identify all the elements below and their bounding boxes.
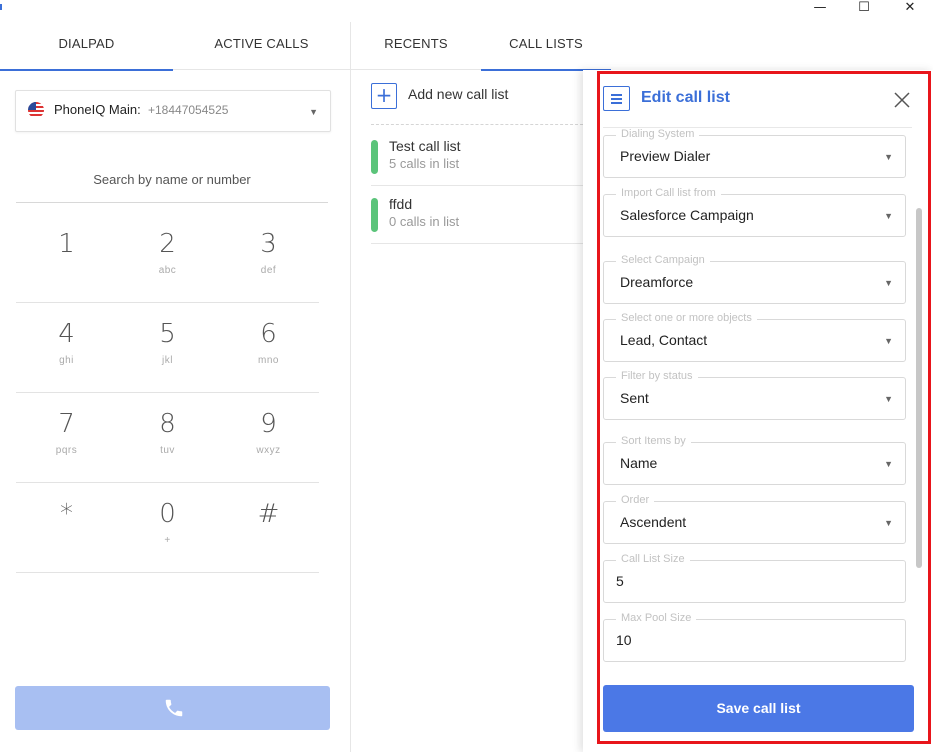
- dialpad-tabbar: DIALPAD ACTIVE CALLS: [0, 22, 350, 71]
- key-8[interactable]: 8 tuv: [117, 393, 218, 481]
- call-list-name: ffdd: [389, 196, 413, 212]
- tab-recents[interactable]: RECENTS: [351, 22, 481, 70]
- key-5[interactable]: 5 jkl: [117, 303, 218, 391]
- line-number: +18447054525: [148, 103, 229, 117]
- keypad-row: 4 ghi 5 jkl 6 mno: [16, 303, 319, 393]
- maximize-icon[interactable]: ☐: [850, 0, 878, 16]
- search-underline: [16, 202, 328, 203]
- add-call-list-button[interactable]: + Add new call list: [371, 82, 583, 125]
- tab-call-lists[interactable]: CALL LISTS: [481, 22, 611, 71]
- call-list-item[interactable]: ffdd 0 calls in list: [371, 186, 583, 244]
- status-indicator: [371, 198, 378, 232]
- key-digit: 4: [58, 319, 75, 349]
- key-letters: pqrs: [55, 445, 78, 456]
- key-2[interactable]: 2 abc: [117, 213, 218, 301]
- us-flag-icon: [28, 102, 44, 118]
- status-indicator: [371, 140, 378, 174]
- key-digit: #: [257, 499, 280, 529]
- keypad: 1 2 abc 3 def 4 ghi 5 jkl 6 mno 7 pqrs 8 tuv 9 w…: [16, 213, 319, 573]
- key-digit: 2: [159, 229, 176, 259]
- key-letters: +: [164, 535, 171, 546]
- key-digit: 0: [159, 499, 176, 529]
- keypad-row: 1 2 abc 3 def: [16, 213, 319, 303]
- key-digit: 6: [260, 319, 277, 349]
- key-digit: 7: [58, 409, 75, 439]
- phone-icon: [165, 699, 183, 717]
- key-digit: 1: [58, 229, 75, 259]
- calllists-tabbar: RECENTS CALL LISTS: [351, 22, 611, 71]
- key-hash[interactable]: #: [218, 483, 319, 571]
- pane-divider: [350, 22, 351, 752]
- line-name: PhoneIQ Main:: [54, 102, 141, 117]
- plus-icon: +: [371, 83, 397, 109]
- call-list-name: Test call list: [389, 138, 461, 154]
- key-6[interactable]: 6 mno: [218, 303, 319, 391]
- key-letters: def: [260, 265, 277, 276]
- key-letters: wxyz: [256, 445, 281, 456]
- tab-active-calls[interactable]: ACTIVE CALLS: [173, 22, 350, 70]
- key-3[interactable]: 3 def: [218, 213, 319, 301]
- keypad-row: * 0 + #: [16, 483, 319, 573]
- key-letters: ghi: [59, 355, 74, 366]
- key-4[interactable]: 4 ghi: [16, 303, 117, 391]
- add-call-list-label: Add new call list: [408, 86, 509, 102]
- app-icon: [0, 4, 2, 10]
- call-list-count: 0 calls in list: [389, 214, 460, 229]
- key-0[interactable]: 0 +: [117, 483, 218, 571]
- key-digit: 8: [159, 409, 176, 439]
- key-letters: jkl: [162, 355, 173, 366]
- minimize-icon[interactable]: —: [806, 0, 834, 16]
- key-digit: 3: [260, 229, 277, 259]
- call-list-item[interactable]: Test call list 5 calls in list: [371, 128, 583, 186]
- tab-dialpad[interactable]: DIALPAD: [0, 22, 173, 71]
- search-input[interactable]: Search by name or number: [16, 172, 328, 187]
- key-digit: 9: [260, 409, 277, 439]
- line-select[interactable]: PhoneIQ Main: +18447054525 ▼: [15, 90, 331, 132]
- close-window-icon[interactable]: ✕: [896, 0, 924, 16]
- highlight-frame: [597, 71, 931, 744]
- key-1[interactable]: 1: [16, 213, 117, 301]
- window-titlebar: — ☐ ✕: [0, 0, 933, 22]
- chevron-down-icon: ▼: [309, 107, 318, 117]
- key-digit: *: [60, 499, 73, 529]
- key-7[interactable]: 7 pqrs: [16, 393, 117, 481]
- keypad-row: 7 pqrs 8 tuv 9 wxyz: [16, 393, 319, 483]
- key-letters: mno: [258, 355, 279, 366]
- call-button[interactable]: [15, 686, 330, 730]
- key-letters: tuv: [160, 445, 175, 456]
- key-digit: 5: [159, 319, 176, 349]
- key-9[interactable]: 9 wxyz: [218, 393, 319, 481]
- key-star[interactable]: *: [16, 483, 117, 571]
- key-letters: abc: [158, 265, 177, 276]
- call-list-count: 5 calls in list: [389, 156, 460, 171]
